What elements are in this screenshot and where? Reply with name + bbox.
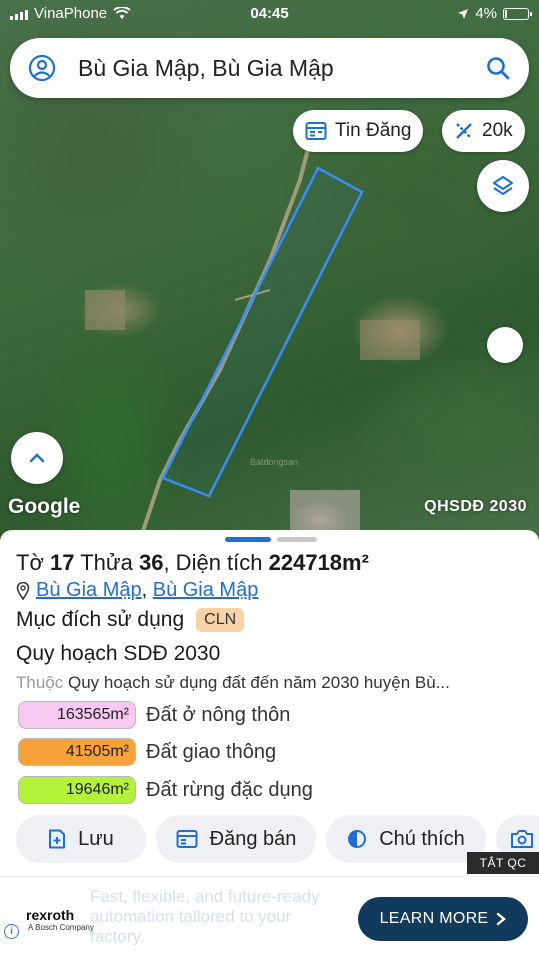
town-area bbox=[290, 490, 360, 530]
clearing bbox=[85, 290, 125, 330]
save-button[interactable]: Lưu bbox=[16, 815, 146, 863]
legend-label: Chú thích bbox=[379, 827, 465, 850]
ad-brand-sub: A Bosch Company bbox=[28, 923, 94, 932]
status-bar: VinaPhone 04:45 4% bbox=[0, 0, 539, 28]
land-use-row: Mục đích sử dụng CLN bbox=[16, 608, 245, 632]
map-dot-button[interactable] bbox=[487, 327, 523, 363]
plan-description: Thuộc Quy hoạch sử dụng đất đến năm 2030… bbox=[16, 673, 450, 693]
measure-icon bbox=[456, 123, 472, 139]
parcel-area: 224718m² bbox=[268, 550, 369, 575]
plan-text: Quy hoạch sử dụng đất đến năm 2030 huyện… bbox=[67, 673, 450, 692]
listing-icon bbox=[176, 830, 198, 848]
area-row: 41505m² Đất giao thông bbox=[18, 738, 276, 766]
user-icon[interactable] bbox=[28, 54, 56, 82]
ad-info-icon[interactable]: i bbox=[4, 924, 19, 939]
land-use-label: Mục đích sử dụng bbox=[16, 608, 185, 631]
parcel-boundary[interactable] bbox=[161, 166, 364, 498]
district-link[interactable]: Bù Gia Mập bbox=[153, 579, 259, 601]
watermark: Batdongsan bbox=[250, 457, 298, 467]
learn-more-label: LEARN MORE bbox=[379, 910, 489, 927]
parcel-prefix: Thửa bbox=[80, 550, 133, 575]
area-row: 19646m² Đất rừng đặc dụng bbox=[18, 776, 313, 804]
parcel-title: Tờ 17 Thửa 36, Diện tích 224718m² bbox=[16, 550, 369, 576]
camera-add-icon bbox=[511, 830, 533, 848]
area-label: Đất giao thông bbox=[146, 740, 277, 763]
location-arrow-icon bbox=[458, 8, 469, 19]
layers-icon bbox=[493, 176, 513, 195]
contrast-icon bbox=[348, 830, 367, 848]
sheet-prefix: Tờ bbox=[16, 550, 44, 575]
search-icon[interactable] bbox=[485, 55, 511, 81]
search-input[interactable]: Bù Gia Mập, Bù Gia Mập bbox=[78, 55, 485, 82]
sheet-handle[interactable] bbox=[225, 537, 317, 542]
battery-percent: 4% bbox=[475, 5, 497, 22]
area-label: Đất ở nông thôn bbox=[146, 703, 291, 726]
area-row: 163565m² Đất ở nông thôn bbox=[18, 701, 290, 729]
land-use-badge[interactable]: CLN bbox=[196, 608, 245, 632]
chevron-up-icon bbox=[29, 453, 45, 463]
listing-button[interactable]: Tin Đăng bbox=[293, 110, 424, 152]
satellite-map[interactable]: Batdongsan VinaPhone 04:45 4% Bù Gia Mập… bbox=[0, 0, 539, 540]
ad-brand: rexroth bbox=[26, 907, 75, 923]
parcel-number: 36 bbox=[138, 550, 164, 575]
area-prefix: , Diện tích bbox=[163, 550, 263, 575]
ad-banner[interactable]: i rexroth A Bosch Company Fast, flexible… bbox=[0, 876, 539, 960]
area-label: Đất rừng đặc dụng bbox=[146, 778, 313, 801]
plan-title: Quy hoạch SDĐ 2030 bbox=[16, 642, 221, 665]
area-chip: 41505m² bbox=[18, 738, 136, 766]
area-chip: 19646m² bbox=[18, 776, 136, 804]
scale-button-label: 20k bbox=[482, 120, 513, 141]
expand-up-button[interactable] bbox=[11, 432, 63, 484]
area-chip: 163565m² bbox=[18, 701, 136, 729]
chevron-right-icon bbox=[497, 912, 507, 926]
plan-prefix: Thuộc bbox=[16, 673, 64, 692]
layers-button[interactable] bbox=[477, 160, 529, 212]
commune-link[interactable]: Bù Gia Mập bbox=[36, 579, 142, 601]
layer-label: QHSDĐ 2030 bbox=[424, 498, 527, 515]
parcel-info-sheet[interactable]: Tờ 17 Thửa 36, Diện tích 224718m² Bù Gia… bbox=[0, 530, 539, 875]
sheet-number: 17 bbox=[50, 550, 75, 575]
legend-button[interactable]: Chú thích bbox=[326, 815, 486, 863]
post-label: Đăng bán bbox=[209, 827, 297, 850]
listing-icon bbox=[305, 122, 327, 140]
save-label: Lưu bbox=[78, 827, 114, 850]
scale-button[interactable]: 20k bbox=[442, 110, 525, 152]
learn-more-button[interactable]: LEARN MORE bbox=[358, 897, 528, 941]
add-file-icon bbox=[49, 829, 66, 849]
location-separator: , bbox=[141, 579, 148, 601]
post-for-sale-button[interactable]: Đăng bán bbox=[156, 815, 316, 863]
listing-button-label: Tin Đăng bbox=[335, 120, 412, 141]
clearing bbox=[360, 320, 420, 360]
status-right: 4% bbox=[457, 5, 532, 22]
hide-ads-button[interactable]: TẮT QC bbox=[467, 852, 539, 874]
parcel-location: Bù Gia Mập, Bù Gia Mập bbox=[16, 579, 258, 602]
google-logo: Google bbox=[8, 495, 81, 518]
ad-copy: Fast, flexible, and future-ready automat… bbox=[90, 887, 320, 946]
battery-icon bbox=[503, 7, 532, 20]
search-bar[interactable]: Bù Gia Mập, Bù Gia Mập bbox=[10, 38, 529, 98]
map-pin-icon bbox=[16, 581, 30, 600]
